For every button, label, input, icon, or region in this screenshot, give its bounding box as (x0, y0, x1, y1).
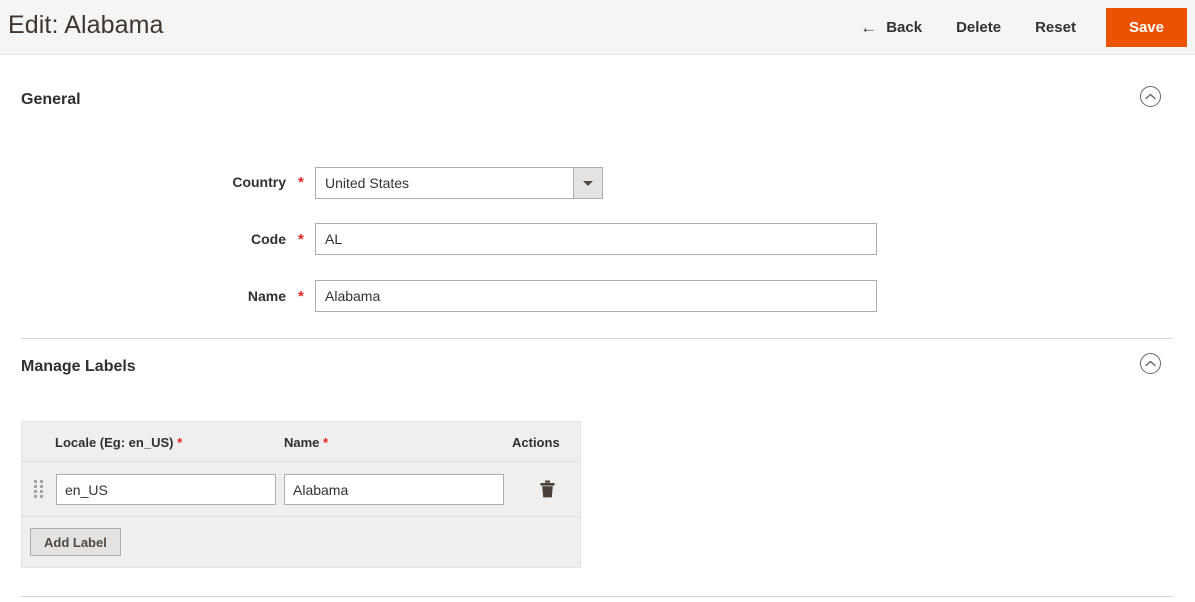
reset-button[interactable]: Reset (1035, 19, 1076, 36)
save-button[interactable]: Save (1105, 8, 1187, 47)
column-header-name-label: Name (284, 435, 320, 450)
general-section-title: General (21, 91, 81, 108)
name-input[interactable] (315, 280, 877, 312)
column-header-name: Name * (284, 435, 328, 450)
column-header-locale: Locale (Eg: en_US) * (55, 435, 182, 450)
country-field-row: Country * United States (0, 167, 1195, 199)
column-header-name-required: * (323, 435, 329, 450)
arrow-left-icon: ← (860, 18, 878, 37)
delete-button[interactable]: Delete (956, 19, 1001, 36)
page-header: Edit: Alabama ← Back Delete Reset Save (0, 0, 1195, 55)
name-field-row: Name * (0, 280, 1195, 312)
name-required-marker: * (298, 287, 304, 305)
table-row (22, 462, 580, 517)
bottom-divider (21, 596, 1173, 597)
column-header-actions: Actions (512, 435, 560, 450)
code-field-label: Code (251, 231, 286, 247)
chevron-up-circle-icon[interactable] (1140, 353, 1161, 374)
table-footer: Add Label (22, 517, 580, 567)
trash-icon (540, 480, 554, 498)
country-required-marker: * (298, 173, 304, 191)
code-field-row: Code * (0, 223, 1195, 255)
locale-input[interactable] (56, 474, 276, 505)
country-select[interactable]: United States (315, 167, 603, 199)
code-input[interactable] (315, 223, 877, 255)
delete-row-button[interactable] (534, 476, 560, 502)
country-select-value: United States (325, 175, 410, 191)
header-actions: ← Back Delete Reset Save (860, 0, 1195, 55)
section-divider (21, 338, 1173, 339)
page-title: Edit: Alabama (8, 11, 164, 39)
back-button[interactable]: ← Back (860, 19, 922, 36)
back-button-label: Back (886, 19, 923, 36)
manage-labels-table: Locale (Eg: en_US) * Name * Actions Add … (21, 421, 581, 568)
column-header-locale-required: * (177, 435, 183, 450)
chevron-down-icon[interactable] (573, 168, 602, 198)
manage-labels-section-header: Manage Labels (0, 353, 1195, 398)
general-section-header: General (0, 86, 1195, 131)
manage-labels-section-title: Manage Labels (21, 358, 136, 375)
drag-handle-icon[interactable] (34, 480, 43, 498)
code-required-marker: * (298, 230, 304, 248)
label-name-input[interactable] (284, 474, 504, 505)
name-field-label: Name (247, 288, 286, 304)
column-header-locale-label: Locale (Eg: en_US) (55, 435, 174, 450)
add-label-button[interactable]: Add Label (30, 528, 121, 556)
chevron-up-circle-icon[interactable] (1140, 86, 1161, 107)
country-field-label: Country (232, 174, 286, 190)
table-header-row: Locale (Eg: en_US) * Name * Actions (22, 422, 580, 462)
